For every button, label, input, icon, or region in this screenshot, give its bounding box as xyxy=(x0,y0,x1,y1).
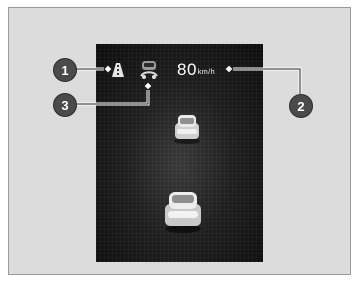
callout-1: 1 xyxy=(53,58,77,82)
callout-3: 3 xyxy=(53,93,77,117)
callout-lines xyxy=(75,64,302,106)
callout-2: 2 xyxy=(289,94,313,118)
callout-1-label: 1 xyxy=(61,62,69,78)
callout-2-label: 2 xyxy=(297,98,305,114)
callout-3-label: 3 xyxy=(61,97,69,113)
